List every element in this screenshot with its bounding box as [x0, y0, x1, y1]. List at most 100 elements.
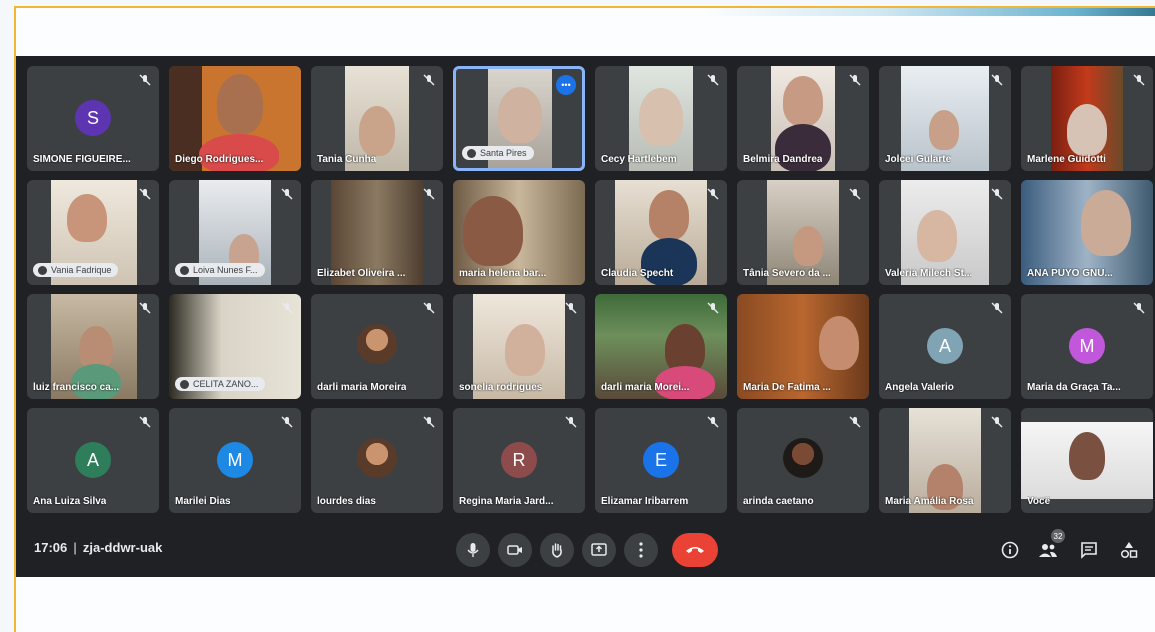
participant-tile[interactable]: Elizabet Oliveira ... — [311, 180, 443, 285]
participant-tile[interactable]: Marlene Guidotti — [1021, 66, 1153, 171]
mic-off-icon — [281, 416, 293, 428]
video-person — [819, 316, 859, 370]
more-options-button[interactable] — [624, 533, 658, 567]
mic-off-icon — [707, 416, 719, 428]
people-icon — [1039, 544, 1057, 557]
participant-name: arinda caetano — [743, 496, 814, 507]
present-icon — [591, 543, 607, 556]
participant-tile[interactable]: Loiva Nunes F... — [169, 180, 301, 285]
participant-name: Angela Valerio — [885, 382, 954, 393]
participant-name: SIMONE FIGUEIRE... — [33, 154, 131, 165]
video-person — [498, 87, 542, 143]
participant-tile[interactable]: S SIMONE FIGUEIRE... — [27, 66, 159, 171]
hang-up-icon — [686, 547, 704, 553]
mic-icon — [467, 543, 479, 557]
speaking-indicator-icon: ••• — [556, 75, 576, 95]
participant-tile[interactable]: sonelia rodrigues — [453, 294, 585, 399]
participant-tile[interactable]: darli maria Morei... — [595, 294, 727, 399]
mic-off-icon — [565, 302, 577, 314]
mic-off-icon — [139, 188, 151, 200]
participant-tile[interactable]: Maria Amália Rosa — [879, 408, 1011, 513]
participant-tile[interactable]: lourdes dias — [311, 408, 443, 513]
mic-off-icon — [1133, 74, 1145, 86]
participant-name: darli maria Moreira — [317, 382, 407, 393]
self-view-tile[interactable]: Você — [1021, 408, 1153, 513]
participant-tile[interactable]: Jolcei Gularte — [879, 66, 1011, 171]
mic-off-icon — [991, 74, 1003, 86]
video-person — [649, 190, 689, 240]
participant-tile[interactable]: R Regina Maria Jard... — [453, 408, 585, 513]
participant-name: Regina Maria Jard... — [459, 496, 554, 507]
video-person — [1069, 432, 1105, 480]
profile-picture — [357, 438, 397, 478]
participant-tile[interactable]: arinda caetano — [737, 408, 869, 513]
participant-count-badge: 32 — [1051, 529, 1065, 543]
participant-name: Jolcei Gularte — [885, 154, 952, 165]
meeting-code: zja-ddwr-uak — [82, 540, 163, 555]
mic-off-icon — [849, 188, 861, 200]
activities-shapes-icon — [1120, 542, 1138, 559]
participant-tile[interactable]: A Angela Valerio — [879, 294, 1011, 399]
meet-window: S SIMONE FIGUEIRE... Diego Rodrigues... … — [16, 56, 1155, 577]
participant-tile[interactable]: darli maria Moreira — [311, 294, 443, 399]
mic-off-icon — [281, 302, 293, 314]
chat-button[interactable] — [1076, 537, 1102, 563]
camera-button[interactable] — [498, 533, 532, 567]
participant-tile[interactable]: Maria De Fatima ... — [737, 294, 869, 399]
participant-name: Belmira Dandrea — [743, 154, 823, 165]
video-person — [793, 226, 823, 266]
participant-tile[interactable]: M Maria da Graça Ta... — [1021, 294, 1153, 399]
participant-tile[interactable]: Vania Fadrique — [27, 180, 159, 285]
mic-off-icon — [565, 416, 577, 428]
mic-button[interactable] — [456, 533, 490, 567]
participant-tile[interactable]: CELITA ZANO... — [169, 294, 301, 399]
mic-off-icon — [423, 302, 435, 314]
video-person — [783, 76, 823, 126]
participant-tile[interactable]: Tania Cunha — [311, 66, 443, 171]
participant-tile[interactable]: A Ana Luiza Silva — [27, 408, 159, 513]
avatar: M — [217, 442, 253, 478]
raise-hand-button[interactable] — [540, 533, 574, 567]
participant-tile[interactable]: Valeria Milech St... — [879, 180, 1011, 285]
mic-off-icon — [849, 416, 861, 428]
mic-off-icon — [991, 302, 1003, 314]
participant-tile[interactable]: M Marilei Dias — [169, 408, 301, 513]
video-person — [917, 210, 957, 262]
video-person — [67, 194, 107, 242]
participant-tile-speaking[interactable]: ••• Santa Pires — [453, 66, 585, 171]
mic-off-icon — [139, 416, 151, 428]
participant-tile[interactable]: luiz francisco ca... — [27, 294, 159, 399]
video-person — [505, 324, 545, 376]
participant-tile[interactable]: Belmira Dandrea — [737, 66, 869, 171]
participant-tile[interactable]: Diego Rodrigues... — [169, 66, 301, 171]
mic-off-icon — [849, 74, 861, 86]
end-call-button[interactable] — [672, 533, 718, 567]
meeting-time: 17:06 — [34, 540, 68, 555]
participant-name: Diego Rodrigues... — [175, 154, 264, 165]
video-person — [929, 110, 959, 150]
participant-tile[interactable]: E Elizamar Iribarrem — [595, 408, 727, 513]
participant-tile[interactable]: Tânia Severo da ... — [737, 180, 869, 285]
participant-name: maria helena bar... — [459, 268, 547, 279]
participant-name: Você — [1027, 496, 1051, 507]
people-button[interactable]: 32 — [1035, 529, 1065, 563]
participant-tile[interactable]: Claudia Specht — [595, 180, 727, 285]
participant-name: Elizamar Iribarrem — [601, 496, 689, 507]
participant-tile[interactable]: Cecy Hartlebem — [595, 66, 727, 171]
participant-name: Tania Cunha — [317, 154, 377, 165]
meeting-details-button[interactable] — [997, 537, 1023, 563]
participant-tile[interactable]: ANA PUYO GNU... — [1021, 180, 1153, 285]
camera-icon — [507, 545, 522, 555]
activities-button[interactable] — [1116, 537, 1142, 563]
video-person — [359, 106, 395, 156]
participant-name: luiz francisco ca... — [33, 382, 120, 393]
participant-tile[interactable]: maria helena bar... — [453, 180, 585, 285]
participant-name: Valeria Milech St... — [885, 268, 973, 279]
avatar: R — [501, 442, 537, 478]
participant-name: Maria Amália Rosa — [885, 496, 974, 507]
participant-name: Maria da Graça Ta... — [1027, 382, 1121, 393]
mic-off-icon — [991, 416, 1003, 428]
participant-name: Elizabet Oliveira ... — [317, 268, 406, 279]
profile-picture — [357, 324, 397, 364]
present-screen-button[interactable] — [582, 533, 616, 567]
